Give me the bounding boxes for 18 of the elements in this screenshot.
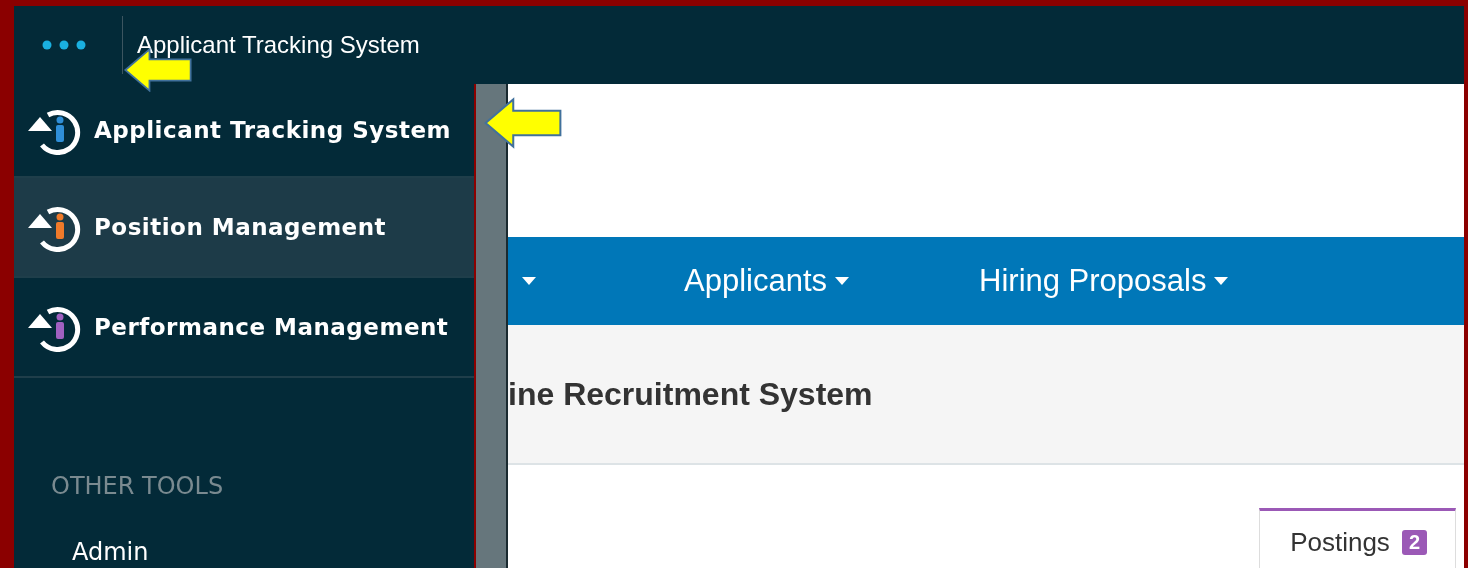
nav-menu[interactable]: Applicants xyxy=(684,263,850,299)
sidebar-link[interactable]: Admin xyxy=(72,538,474,566)
refresh-icon xyxy=(28,110,81,155)
refresh-icon xyxy=(28,307,81,352)
more-icon[interactable] xyxy=(42,40,86,50)
sidebar-item[interactable]: Position Management xyxy=(14,178,474,278)
caret-icon xyxy=(522,277,536,285)
count-badge: 2 xyxy=(1401,530,1427,555)
scrollbar[interactable] xyxy=(476,84,506,568)
tab[interactable]: Postings 2 xyxy=(1259,508,1456,568)
section-heading: OTHER TOOLS xyxy=(51,472,225,500)
nav-menu[interactable]: Hiring Proposals xyxy=(979,263,1229,299)
page-title: ine Recruitment System xyxy=(508,375,873,413)
app-title: Applicant Tracking System xyxy=(137,31,420,59)
sidebar-item[interactable]: Performance Management xyxy=(14,278,474,378)
refresh-icon xyxy=(28,207,81,252)
caret-icon xyxy=(835,277,850,285)
caret-icon xyxy=(1214,277,1229,285)
